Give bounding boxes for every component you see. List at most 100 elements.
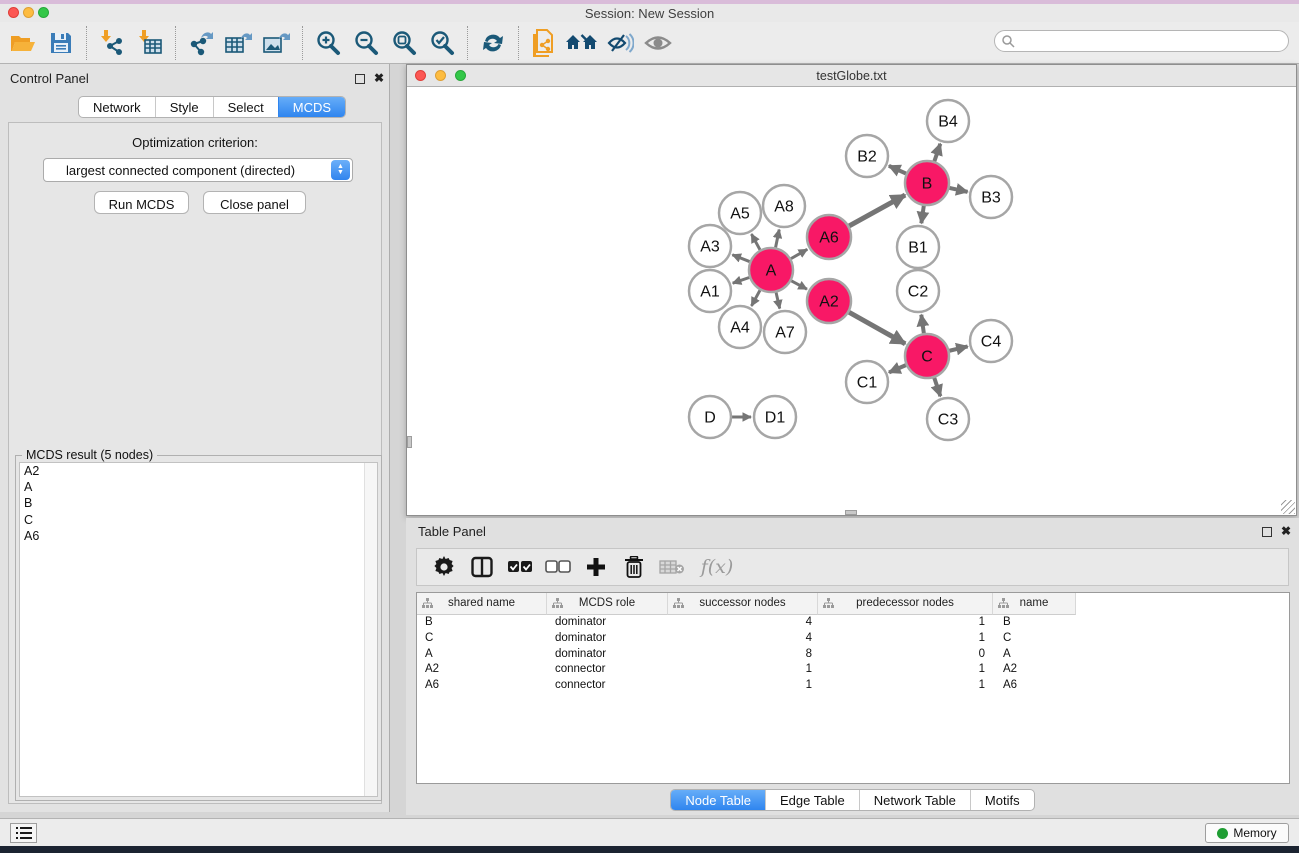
graph-node-A8[interactable]: A8	[763, 185, 805, 227]
column-header[interactable]: predecessor nodes	[818, 593, 993, 615]
graph-edge-C-C2[interactable]	[921, 315, 924, 333]
delete-column-icon[interactable]	[619, 552, 649, 582]
memory-button[interactable]: Memory	[1205, 823, 1289, 843]
graph-node-C3[interactable]: C3	[927, 398, 969, 440]
mcds-result-item[interactable]: C	[20, 512, 377, 528]
table-row[interactable]: Bdominator41B	[417, 615, 1289, 631]
export-table-icon[interactable]	[220, 26, 258, 60]
export-image-icon[interactable]	[258, 26, 296, 60]
criterion-dropdown[interactable]: largest connected component (directed) ▲…	[43, 158, 353, 182]
tab-select[interactable]: Select	[213, 97, 278, 117]
graph-edge-A-A2[interactable]	[791, 281, 807, 289]
graph-node-A6[interactable]: A6	[807, 215, 851, 259]
splitter-grab-handle[interactable]	[407, 436, 412, 448]
graph-node-A7[interactable]: A7	[764, 311, 806, 353]
graph-edge-C-C4[interactable]	[949, 346, 967, 350]
graph-node-A4[interactable]: A4	[719, 306, 761, 348]
graph-node-C2[interactable]: C2	[897, 270, 939, 312]
import-table-icon[interactable]	[131, 26, 169, 60]
zoom-fit-icon[interactable]	[385, 26, 423, 60]
tab-network-table[interactable]: Network Table	[859, 790, 970, 810]
mcds-result-item[interactable]: B	[20, 495, 377, 511]
graph-edge-C-C1[interactable]	[889, 365, 906, 372]
tab-network[interactable]: Network	[79, 97, 155, 117]
search-box[interactable]	[994, 30, 1289, 52]
graph-edge-A-A6[interactable]	[791, 249, 807, 258]
hide-details-icon[interactable]	[601, 26, 639, 60]
graph-node-B2[interactable]: B2	[846, 135, 888, 177]
float-panel-icon[interactable]	[355, 74, 365, 84]
column-header[interactable]: MCDS role	[547, 593, 668, 615]
network-window-titlebar[interactable]: testGlobe.txt	[407, 65, 1296, 87]
graph-node-A[interactable]: A	[749, 248, 793, 292]
mcds-result-item[interactable]: A2	[20, 463, 377, 479]
graph-edge-B-B3[interactable]	[949, 188, 967, 192]
graph-node-C1[interactable]: C1	[846, 361, 888, 403]
mcds-result-list[interactable]: A2ABCA6	[19, 462, 378, 797]
tab-mcds[interactable]: MCDS	[278, 97, 345, 117]
close-panel-button[interactable]: Close panel	[203, 191, 306, 214]
close-table-panel-icon[interactable]: ✖	[1281, 524, 1291, 538]
graph-node-B3[interactable]: B3	[970, 176, 1012, 218]
graph-node-B1[interactable]: B1	[897, 226, 939, 268]
table-row[interactable]: Cdominator41C	[417, 631, 1289, 647]
graph-edge-A2-C[interactable]	[849, 312, 905, 344]
graph-node-A5[interactable]: A5	[719, 192, 761, 234]
tab-edge-table[interactable]: Edge Table	[765, 790, 859, 810]
function-builder-icon[interactable]: f(x)	[695, 552, 739, 582]
network-canvas[interactable]: B4 B2 B B3 A5A8A6 B1 A3 A C2 A1 A2 A4A7 C4 C C1 C3 D D1	[407, 87, 1296, 515]
network-overview-icon[interactable]	[525, 26, 563, 60]
deselect-all-icon[interactable]	[543, 552, 573, 582]
graph-node-C4[interactable]: C4	[970, 320, 1012, 362]
zoom-selected-icon[interactable]	[423, 26, 461, 60]
zoom-in-icon[interactable]	[309, 26, 347, 60]
scrollbar-track[interactable]	[364, 463, 377, 796]
show-details-icon[interactable]	[639, 26, 677, 60]
tab-motifs[interactable]: Motifs	[970, 790, 1034, 810]
column-layout-icon[interactable]	[467, 552, 497, 582]
refresh-icon[interactable]	[474, 26, 512, 60]
export-network-icon[interactable]	[182, 26, 220, 60]
resize-grip[interactable]	[1281, 500, 1295, 514]
column-header[interactable]: name	[993, 593, 1076, 615]
column-header[interactable]: successor nodes	[668, 593, 818, 615]
graph-node-A2[interactable]: A2	[807, 279, 851, 323]
task-history-button[interactable]	[10, 823, 37, 843]
tab-node-table[interactable]: Node Table	[671, 790, 765, 810]
graph-edge-B-B1[interactable]	[921, 206, 923, 223]
float-table-panel-icon[interactable]	[1262, 527, 1272, 537]
zoom-out-icon[interactable]	[347, 26, 385, 60]
graph-edge-A-A3[interactable]	[732, 255, 749, 262]
graph-edge-A-A7[interactable]	[776, 292, 780, 308]
graph-edge-A-A8[interactable]	[776, 230, 780, 248]
settings-gear-icon[interactable]	[429, 552, 459, 582]
graph-node-C[interactable]: C	[905, 334, 949, 378]
splitter-grab-handle[interactable]	[845, 510, 857, 515]
graph-edge-B-B4[interactable]	[934, 144, 940, 161]
graph-edge-A-A1[interactable]	[733, 277, 750, 283]
graph-node-A1[interactable]: A1	[689, 270, 731, 312]
graph-edge-B-B2[interactable]	[889, 166, 906, 174]
graph-node-B[interactable]: B	[905, 161, 949, 205]
close-panel-icon[interactable]: ✖	[374, 71, 384, 85]
graph-node-B4[interactable]: B4	[927, 100, 969, 142]
run-mcds-button[interactable]: Run MCDS	[94, 191, 189, 214]
graph-node-D1[interactable]: D1	[754, 396, 796, 438]
home-pair-icon[interactable]	[563, 26, 601, 60]
tab-style[interactable]: Style	[155, 97, 213, 117]
graph-edge-C-C3[interactable]	[934, 378, 940, 396]
import-network-icon[interactable]	[93, 26, 131, 60]
graph-node-D[interactable]: D	[689, 396, 731, 438]
table-row[interactable]: A2connector11A2	[417, 662, 1289, 678]
mcds-result-item[interactable]: A	[20, 479, 377, 495]
table-row[interactable]: Adominator80A	[417, 647, 1289, 663]
column-header[interactable]: shared name	[417, 593, 547, 615]
graph-edge-A-A4[interactable]	[751, 290, 760, 306]
graph-edge-A-A5[interactable]	[751, 234, 760, 250]
node-table[interactable]: shared nameMCDS rolesuccessor nodesprede…	[416, 592, 1290, 784]
add-column-icon[interactable]	[581, 552, 611, 582]
select-all-icon[interactable]	[505, 552, 535, 582]
graph-node-A3[interactable]: A3	[689, 225, 731, 267]
delete-table-icon[interactable]	[657, 552, 687, 582]
save-session-icon[interactable]	[42, 26, 80, 60]
